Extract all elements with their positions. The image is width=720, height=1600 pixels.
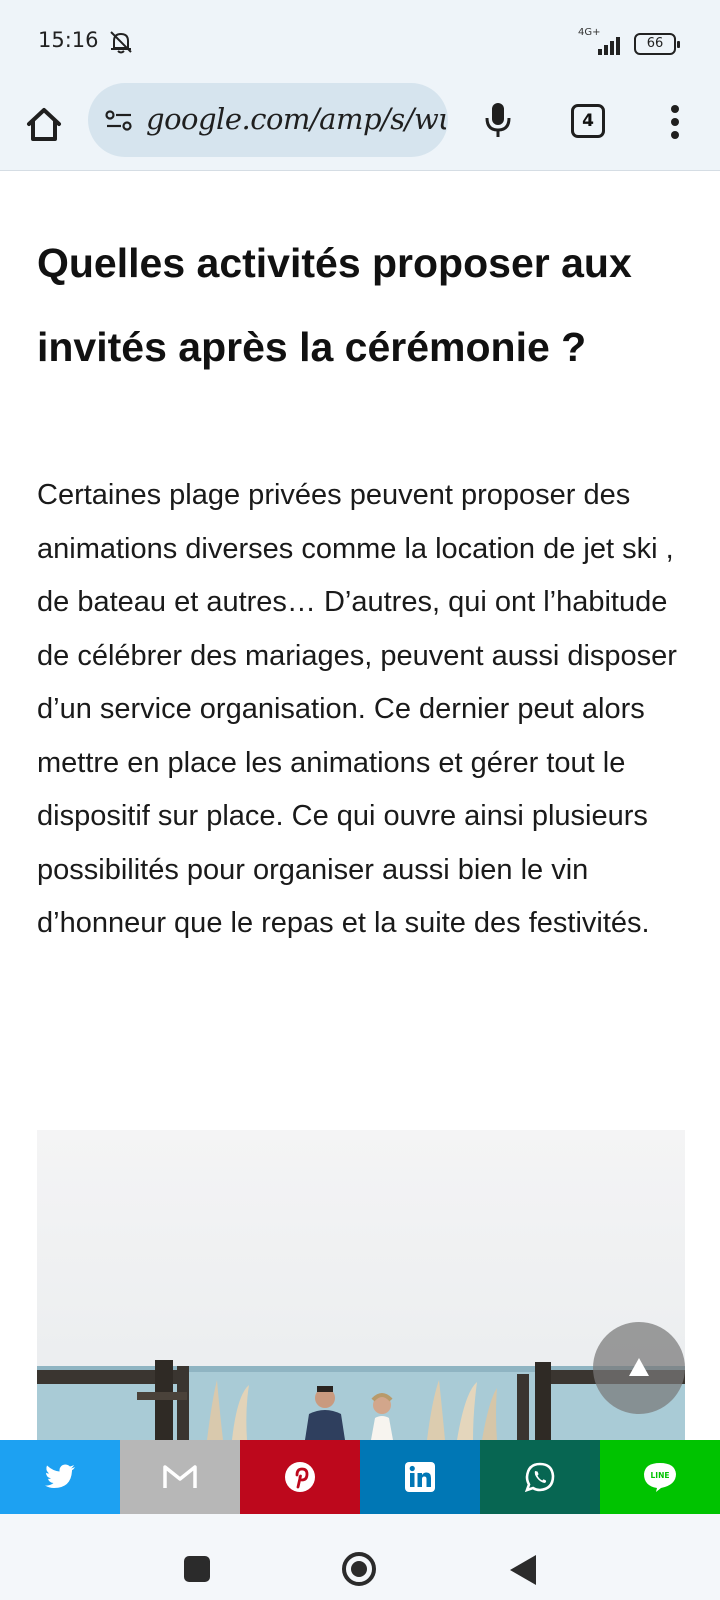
url-text[interactable]: google.com/amp/s/wu bbox=[146, 102, 446, 136]
system-home-button[interactable] bbox=[342, 1552, 376, 1586]
scroll-to-top-button[interactable] bbox=[593, 1322, 685, 1414]
pinterest-icon bbox=[285, 1462, 315, 1492]
status-bar: 15:16 4G+ 66 bbox=[0, 0, 720, 80]
share-gmail-button[interactable] bbox=[120, 1440, 240, 1514]
back-button[interactable] bbox=[510, 1555, 536, 1585]
battery-icon: 66 bbox=[634, 33, 680, 55]
whatsapp-icon bbox=[524, 1462, 555, 1493]
browser-toolbar: google.com/amp/s/wu 4 bbox=[0, 80, 720, 171]
home-icon[interactable] bbox=[22, 102, 66, 146]
arrow-up-icon bbox=[629, 1358, 649, 1376]
share-pinterest-button[interactable] bbox=[240, 1440, 360, 1514]
share-bar: LINE bbox=[0, 1440, 720, 1514]
microphone-icon[interactable] bbox=[478, 99, 518, 139]
article-photo bbox=[37, 1130, 685, 1440]
system-navigation-bar bbox=[0, 1514, 720, 1600]
tab-count: 4 bbox=[582, 111, 594, 131]
article-heading: Quelles activités proposer aux invités a… bbox=[37, 240, 632, 370]
battery-level: 66 bbox=[646, 36, 664, 51]
recent-apps-button[interactable] bbox=[184, 1556, 210, 1582]
address-bar[interactable]: google.com/amp/s/wu bbox=[88, 83, 448, 157]
linkedin-icon bbox=[405, 1462, 435, 1492]
signal-icon bbox=[598, 37, 620, 55]
share-twitter-button[interactable] bbox=[0, 1440, 120, 1514]
share-linkedin-button[interactable] bbox=[360, 1440, 480, 1514]
share-line-button[interactable]: LINE bbox=[600, 1440, 720, 1514]
line-icon: LINE bbox=[644, 1463, 676, 1492]
status-time: 15:16 bbox=[38, 28, 99, 52]
beach-wedding-image bbox=[37, 1130, 685, 1440]
more-options-icon[interactable] bbox=[660, 100, 690, 144]
svg-text:LINE: LINE bbox=[651, 1471, 670, 1480]
bell-off-icon bbox=[110, 31, 132, 54]
twitter-icon bbox=[45, 1464, 75, 1488]
article-paragraph: Certaines plage privées peuvent proposer… bbox=[37, 479, 677, 939]
gmail-icon bbox=[163, 1465, 197, 1488]
tab-switcher-button[interactable]: 4 bbox=[571, 104, 605, 138]
site-settings-icon[interactable] bbox=[104, 110, 134, 132]
share-whatsapp-button[interactable] bbox=[480, 1440, 600, 1514]
